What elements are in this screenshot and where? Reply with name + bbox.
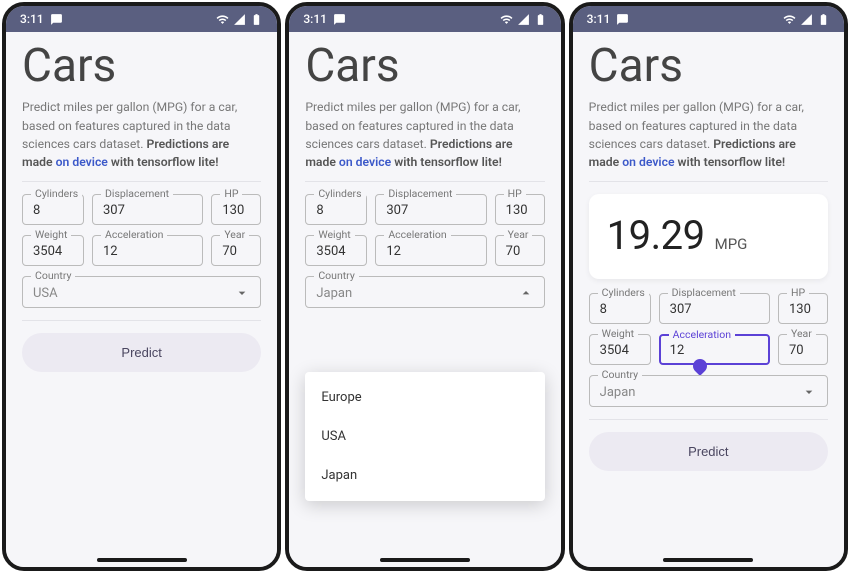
hp-field[interactable]: HP 130 (778, 293, 828, 324)
status-bar: 3:11 (289, 6, 560, 32)
status-bar: 3:11 (6, 6, 277, 32)
page-subtitle: Predict miles per gallon (MPG) for a car… (22, 98, 261, 171)
weight-field[interactable]: Weight 3504 (22, 235, 84, 266)
chat-icon (333, 13, 346, 26)
chevron-down-icon (801, 384, 817, 400)
country-label: Country (31, 269, 75, 282)
predict-button[interactable]: Predict (22, 333, 261, 372)
page-title: Cars (589, 42, 828, 90)
divider (22, 320, 261, 321)
battery-icon (534, 13, 547, 26)
chevron-down-icon (234, 285, 250, 301)
divider (305, 181, 544, 182)
country-select[interactable]: Country USA (22, 276, 261, 308)
year-field[interactable]: Year 70 (778, 334, 828, 365)
year-label: Year (220, 228, 249, 241)
nav-bar (289, 553, 560, 567)
on-device-link[interactable]: on device (622, 155, 674, 169)
year-field[interactable]: Year 70 (211, 235, 261, 266)
result-value: 19.29 (607, 212, 705, 259)
displacement-field[interactable]: Displacement 307 (92, 194, 203, 225)
displacement-value: 307 (103, 203, 192, 218)
predict-button[interactable]: Predict (589, 432, 828, 471)
nav-bar (6, 553, 277, 567)
cylinders-field[interactable]: Cylinders 8 (589, 293, 651, 324)
hp-value: 130 (222, 203, 250, 218)
page-title: Cars (305, 42, 544, 90)
wifi-icon (500, 13, 513, 26)
hp-field[interactable]: HP 130 (211, 194, 261, 225)
acceleration-field[interactable]: Acceleration 12 (659, 334, 770, 365)
divider (22, 181, 261, 182)
wifi-icon (783, 13, 796, 26)
phone-screen-2: 3:11 Cars Predict miles per gallon (MPG)… (285, 2, 564, 571)
battery-icon (250, 13, 263, 26)
chevron-up-icon (518, 285, 534, 301)
wifi-icon (216, 13, 229, 26)
nav-bar (573, 553, 844, 567)
status-bar: 3:11 (573, 6, 844, 32)
cylinders-label: Cylinders (31, 187, 82, 200)
acceleration-field[interactable]: Acceleration 12 (92, 235, 203, 266)
signal-icon (800, 13, 813, 26)
page-subtitle: Predict miles per gallon (MPG) for a car… (589, 98, 828, 171)
weight-field[interactable]: Weight 3504 (589, 334, 651, 365)
signal-icon (517, 13, 530, 26)
acceleration-label: Acceleration (101, 228, 167, 241)
status-time: 3:11 (20, 12, 44, 26)
displacement-field[interactable]: Displacement 307 (375, 194, 486, 225)
nav-pill[interactable] (663, 558, 753, 562)
text-cursor-handle[interactable] (690, 357, 710, 377)
chat-icon (50, 13, 63, 26)
page-title: Cars (22, 42, 261, 90)
dropdown-option-japan[interactable]: Japan (305, 456, 544, 495)
cylinders-field[interactable]: Cylinders 8 (22, 194, 84, 225)
app-screen: Cars Predict miles per gallon (MPG) for … (289, 32, 560, 553)
on-device-link[interactable]: on device (339, 155, 391, 169)
prediction-result-card: 19.29 MPG (589, 194, 828, 279)
country-value: Japan (600, 385, 801, 400)
acceleration-field[interactable]: Acceleration 12 (375, 235, 486, 266)
acceleration-value: 12 (103, 244, 192, 259)
result-unit: MPG (715, 235, 748, 253)
year-value: 70 (222, 244, 250, 259)
on-device-link[interactable]: on device (56, 155, 108, 169)
hp-field[interactable]: HP 130 (495, 194, 545, 225)
weight-label: Weight (31, 228, 71, 241)
cylinders-value: 8 (33, 203, 73, 218)
weight-field[interactable]: Weight 3504 (305, 235, 367, 266)
chat-icon (616, 13, 629, 26)
country-value: Japan (316, 286, 517, 301)
hp-label: HP (220, 187, 242, 200)
phone-screen-3: 3:11 Cars Predict miles per gallon (MPG)… (569, 2, 848, 571)
country-value: USA (33, 286, 234, 301)
country-select[interactable]: Country Japan (589, 375, 828, 407)
country-dropdown-menu: Europe USA Japan (305, 372, 544, 501)
phone-screen-1: 3:11 Cars Predict miles per gallon (MPG)… (2, 2, 281, 571)
nav-pill[interactable] (380, 558, 470, 562)
year-field[interactable]: Year 70 (495, 235, 545, 266)
status-time: 3:11 (587, 12, 611, 26)
nav-pill[interactable] (97, 558, 187, 562)
app-screen: Cars Predict miles per gallon (MPG) for … (573, 32, 844, 553)
battery-icon (817, 13, 830, 26)
divider (589, 419, 828, 420)
displacement-field[interactable]: Displacement 307 (659, 293, 770, 324)
signal-icon (233, 13, 246, 26)
displacement-label: Displacement (101, 187, 173, 200)
dropdown-option-usa[interactable]: USA (305, 417, 544, 456)
app-screen: Cars Predict miles per gallon (MPG) for … (6, 32, 277, 553)
status-time: 3:11 (303, 12, 327, 26)
country-select[interactable]: Country Japan (305, 276, 544, 308)
dropdown-option-europe[interactable]: Europe (305, 378, 544, 417)
cylinders-field[interactable]: Cylinders 8 (305, 194, 367, 225)
page-subtitle: Predict miles per gallon (MPG) for a car… (305, 98, 544, 171)
divider (589, 181, 828, 182)
weight-value: 3504 (33, 244, 73, 259)
